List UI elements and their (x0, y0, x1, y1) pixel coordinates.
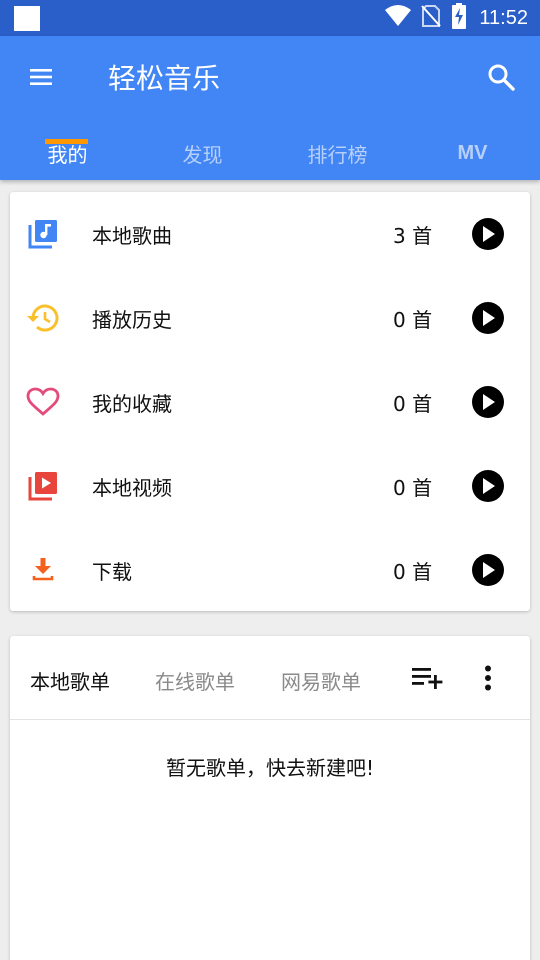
list-item-count: 0 首 (393, 391, 433, 416)
search-button[interactable] (476, 56, 526, 102)
library-card: 本地歌曲 3 首 播放历史 0 首 我的收藏 0 首 本地视频 0 首 下载 0… (10, 192, 530, 611)
tab-label: MV (457, 141, 488, 164)
tab-online-playlists[interactable]: 在线歌单 (155, 666, 235, 695)
play-icon (483, 394, 495, 410)
tab-discover[interactable]: 发现 (135, 126, 270, 180)
tab-charts[interactable]: 排行榜 (270, 126, 405, 180)
music-library-icon (26, 217, 60, 251)
download-icon (26, 553, 60, 587)
play-icon (483, 226, 495, 242)
list-item-local-songs[interactable]: 本地歌曲 3 首 (10, 192, 530, 276)
play-button[interactable] (472, 470, 504, 502)
list-item-history[interactable]: 播放历史 0 首 (10, 276, 530, 360)
no-sim-icon (421, 4, 442, 32)
list-item-label: 本地视频 (92, 475, 172, 500)
battery-charging-icon (451, 3, 467, 33)
app-title: 轻松音乐 (108, 62, 221, 95)
main-tabs: 我的 发现 排行榜 MV (0, 126, 540, 180)
status-icons: 11:52 (385, 0, 528, 36)
play-icon (483, 478, 495, 494)
list-item-favorites[interactable]: 我的收藏 0 首 (10, 360, 530, 444)
list-item-label: 我的收藏 (92, 391, 172, 416)
wifi-icon (385, 5, 412, 31)
play-button[interactable] (472, 302, 504, 334)
video-library-icon (26, 469, 60, 503)
more-options-button[interactable] (476, 660, 500, 696)
tab-label: 发现 (182, 142, 223, 167)
menu-button[interactable] (18, 58, 66, 100)
history-icon (26, 301, 60, 335)
play-icon (483, 310, 495, 326)
tab-local-playlists[interactable]: 本地歌单 (30, 666, 110, 695)
play-button[interactable] (472, 554, 504, 586)
more-vert-icon (485, 665, 491, 691)
list-item-count: 3 首 (393, 223, 433, 248)
list-item-label: 播放历史 (92, 307, 172, 332)
tab-mv[interactable]: MV (405, 126, 540, 180)
playlist-add-icon (412, 668, 443, 689)
list-item-local-video[interactable]: 本地视频 0 首 (10, 444, 530, 528)
play-icon (483, 562, 495, 578)
playlists-card: 本地歌单 在线歌单 网易歌单 暂无歌单，快去新建吧! (10, 636, 530, 960)
list-item-count: 0 首 (393, 307, 433, 332)
list-item-count: 0 首 (393, 475, 433, 500)
app-bar: 轻松音乐 我的 发现 排行榜 MV (0, 36, 540, 180)
tab-netease-playlists[interactable]: 网易歌单 (281, 666, 361, 695)
status-bar: 11:52 (0, 0, 540, 36)
notification-square-icon (14, 6, 40, 31)
tab-label: 排行榜 (307, 142, 368, 167)
list-item-downloads[interactable]: 下载 0 首 (10, 528, 530, 612)
menu-icon (30, 68, 54, 90)
play-button[interactable] (472, 386, 504, 418)
list-item-label: 本地歌曲 (92, 223, 172, 248)
add-playlist-button[interactable] (410, 662, 446, 694)
play-button[interactable] (472, 218, 504, 250)
empty-playlists-message: 暂无歌单，快去新建吧! (165, 756, 375, 780)
list-item-count: 0 首 (393, 559, 433, 584)
tab-mine[interactable]: 我的 (0, 126, 135, 180)
search-icon (487, 63, 515, 95)
list-item-label: 下载 (92, 559, 132, 584)
status-time: 11:52 (479, 6, 528, 29)
tab-indicator (45, 139, 88, 144)
playlist-tabs: 本地歌单 在线歌单 网易歌单 (10, 636, 530, 720)
heart-icon (26, 385, 60, 419)
